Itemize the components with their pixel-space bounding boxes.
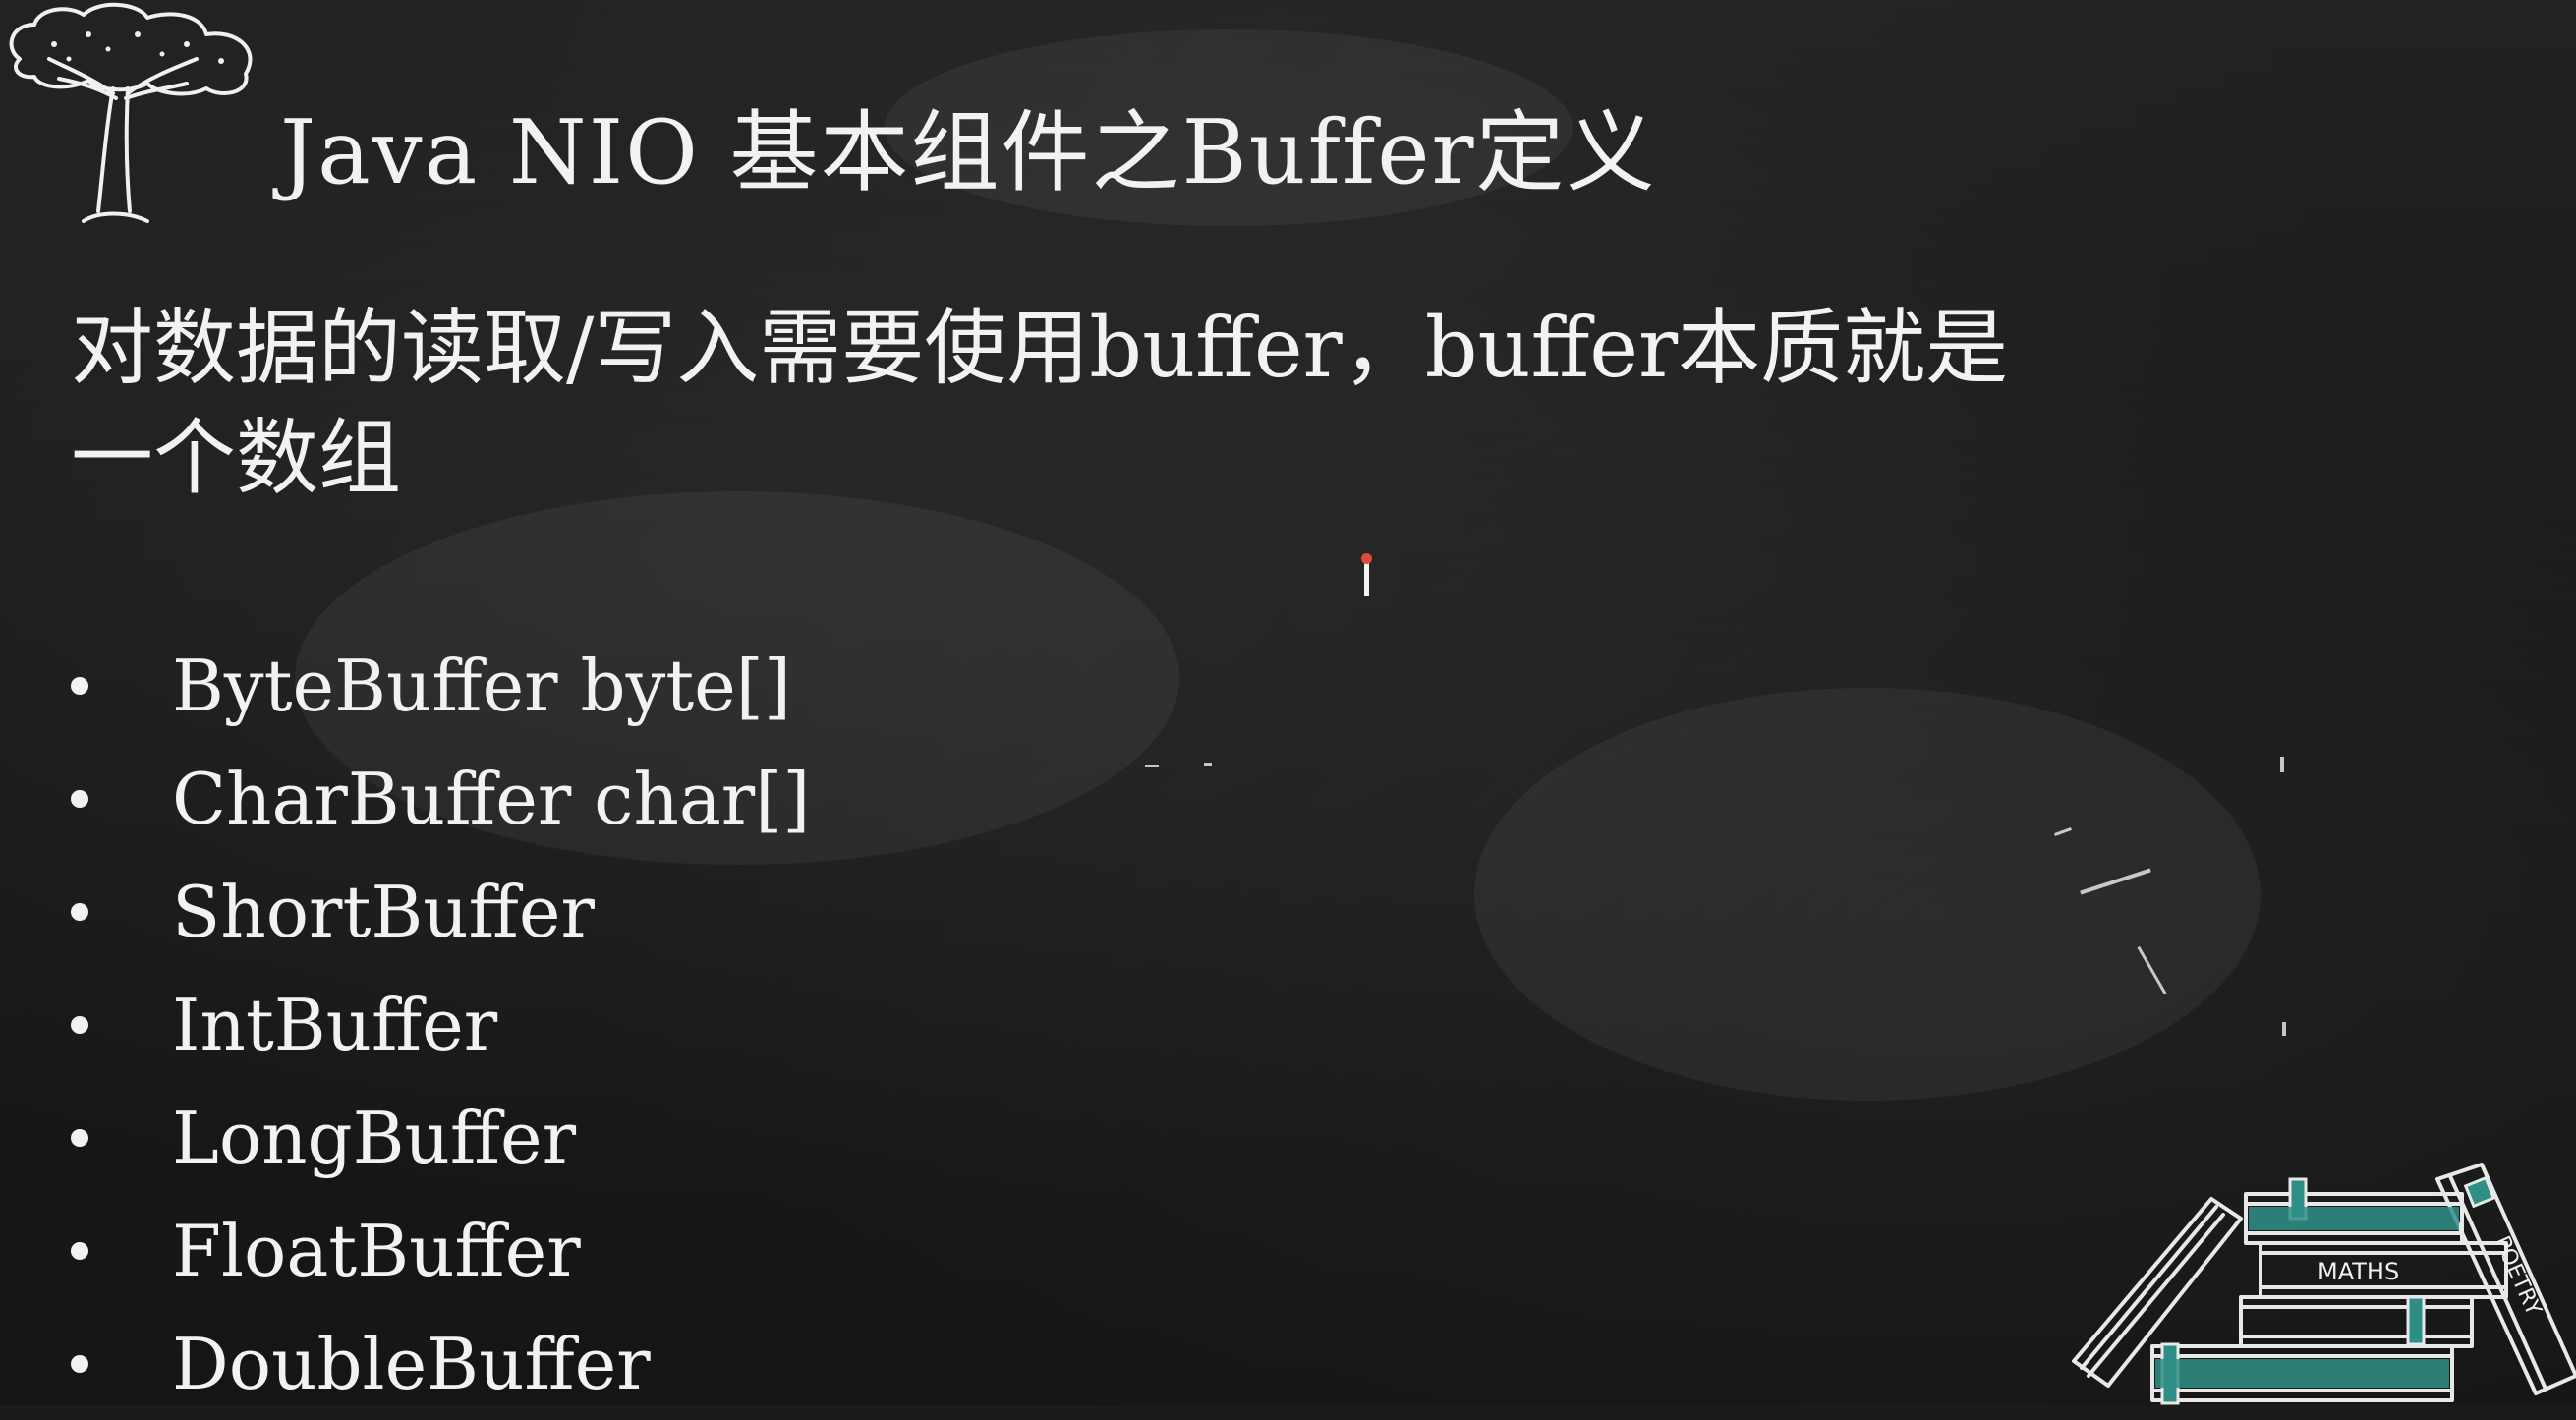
list-item: CharBuffer char[] bbox=[71, 742, 810, 855]
list-item-label: DoubleBuffer bbox=[172, 1322, 651, 1405]
list-item-label: FloatBuffer bbox=[172, 1209, 581, 1292]
bullet-icon bbox=[71, 1354, 88, 1373]
list-item-label: LongBuffer bbox=[172, 1096, 577, 1179]
list-item-label: ShortBuffer bbox=[172, 870, 595, 953]
list-item: ShortBuffer bbox=[71, 855, 810, 968]
chalk-mark bbox=[2280, 757, 2284, 772]
list-item: LongBuffer bbox=[71, 1081, 810, 1194]
chalk-mark bbox=[1145, 765, 1159, 767]
list-item-label: IntBuffer bbox=[172, 983, 498, 1066]
subtitle-line-2: 一个数组 bbox=[71, 410, 402, 506]
bullet-icon bbox=[71, 1241, 88, 1260]
bullet-icon bbox=[71, 1015, 88, 1034]
slide-subtitle: 对数据的读取/写入需要使用buffer，buffer本质就是 一个数组 bbox=[71, 293, 2331, 513]
bullet-icon bbox=[71, 902, 88, 921]
bullet-icon bbox=[71, 789, 88, 808]
chalk-mark bbox=[1204, 763, 1212, 766]
books-icon: MATHS POETRY bbox=[2072, 1163, 2576, 1405]
mouse-cursor bbox=[1361, 553, 1372, 596]
book-label-maths: MATHS bbox=[2318, 1258, 2399, 1285]
list-item-label: ByteBuffer byte[] bbox=[172, 644, 791, 727]
slide-title: Java NIO 基本组件之Buffer定义 bbox=[280, 101, 1657, 204]
chalk-mark bbox=[2282, 1022, 2286, 1036]
chalk-smudge bbox=[1474, 688, 2261, 1101]
list-item: FloatBuffer bbox=[71, 1194, 810, 1307]
bullet-icon bbox=[71, 1128, 88, 1147]
buffer-type-list: ByteBuffer byte[] CharBuffer char[] Shor… bbox=[71, 629, 810, 1420]
list-item-label: CharBuffer char[] bbox=[172, 757, 811, 840]
bullet-icon bbox=[71, 676, 88, 695]
list-item: ByteBuffer byte[] bbox=[71, 629, 810, 742]
list-item: IntBuffer bbox=[71, 968, 810, 1081]
list-item: DoubleBuffer bbox=[71, 1307, 810, 1420]
subtitle-line-1: 对数据的读取/写入需要使用buffer，buffer本质就是 bbox=[71, 300, 2009, 396]
tree-icon bbox=[9, 2, 253, 223]
